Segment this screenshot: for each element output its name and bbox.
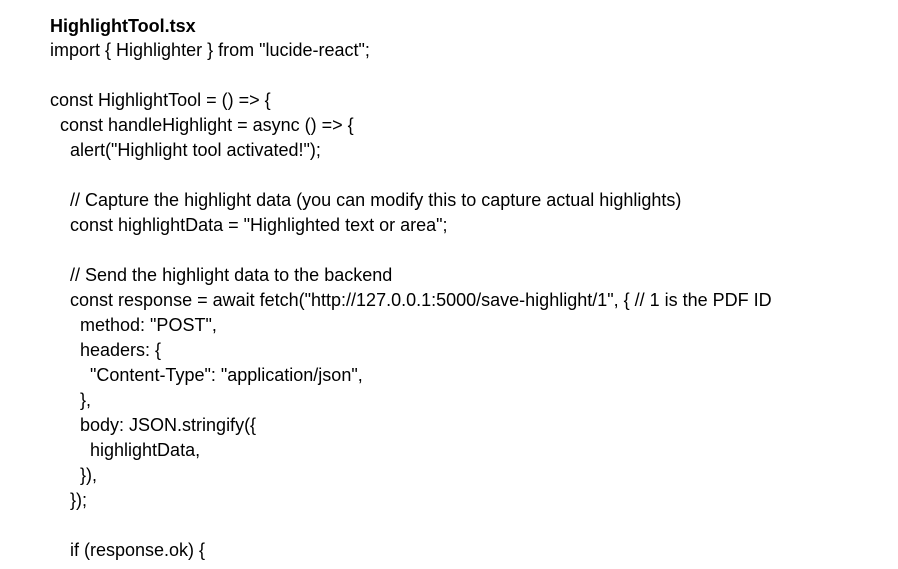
code-line-3: const HighlightTool = () => { bbox=[50, 90, 271, 110]
code-line-18: }), bbox=[50, 465, 98, 485]
code-line-4: const handleHighlight = async () => { bbox=[50, 115, 354, 135]
code-line-17: highlightData, bbox=[50, 440, 201, 460]
code-line-11: const response = await fetch("http://127… bbox=[50, 290, 772, 310]
code-line-12: method: "POST", bbox=[50, 315, 217, 335]
code-line-1: import { Highlighter } from "lucide-reac… bbox=[50, 40, 370, 60]
code-line-15: }, bbox=[50, 390, 92, 410]
code-line-7: // Capture the highlight data (you can m… bbox=[50, 190, 682, 210]
code-block: import { Highlighter } from "lucide-reac… bbox=[50, 38, 890, 563]
code-line-19: }); bbox=[50, 490, 88, 510]
code-line-14: "Content-Type": "application/json", bbox=[50, 365, 363, 385]
code-line-13: headers: { bbox=[50, 340, 162, 360]
code-line-10: // Send the highlight data to the backen… bbox=[50, 265, 393, 285]
code-line-5: alert("Highlight tool activated!"); bbox=[50, 140, 321, 160]
file-title: HighlightTool.tsx bbox=[50, 16, 196, 36]
code-document: HighlightTool.tsx import { Highlighter }… bbox=[50, 14, 890, 563]
code-line-16: body: JSON.stringify({ bbox=[50, 415, 257, 435]
code-line-21: if (response.ok) { bbox=[50, 540, 206, 560]
code-line-8: const highlightData = "Highlighted text … bbox=[50, 215, 448, 235]
